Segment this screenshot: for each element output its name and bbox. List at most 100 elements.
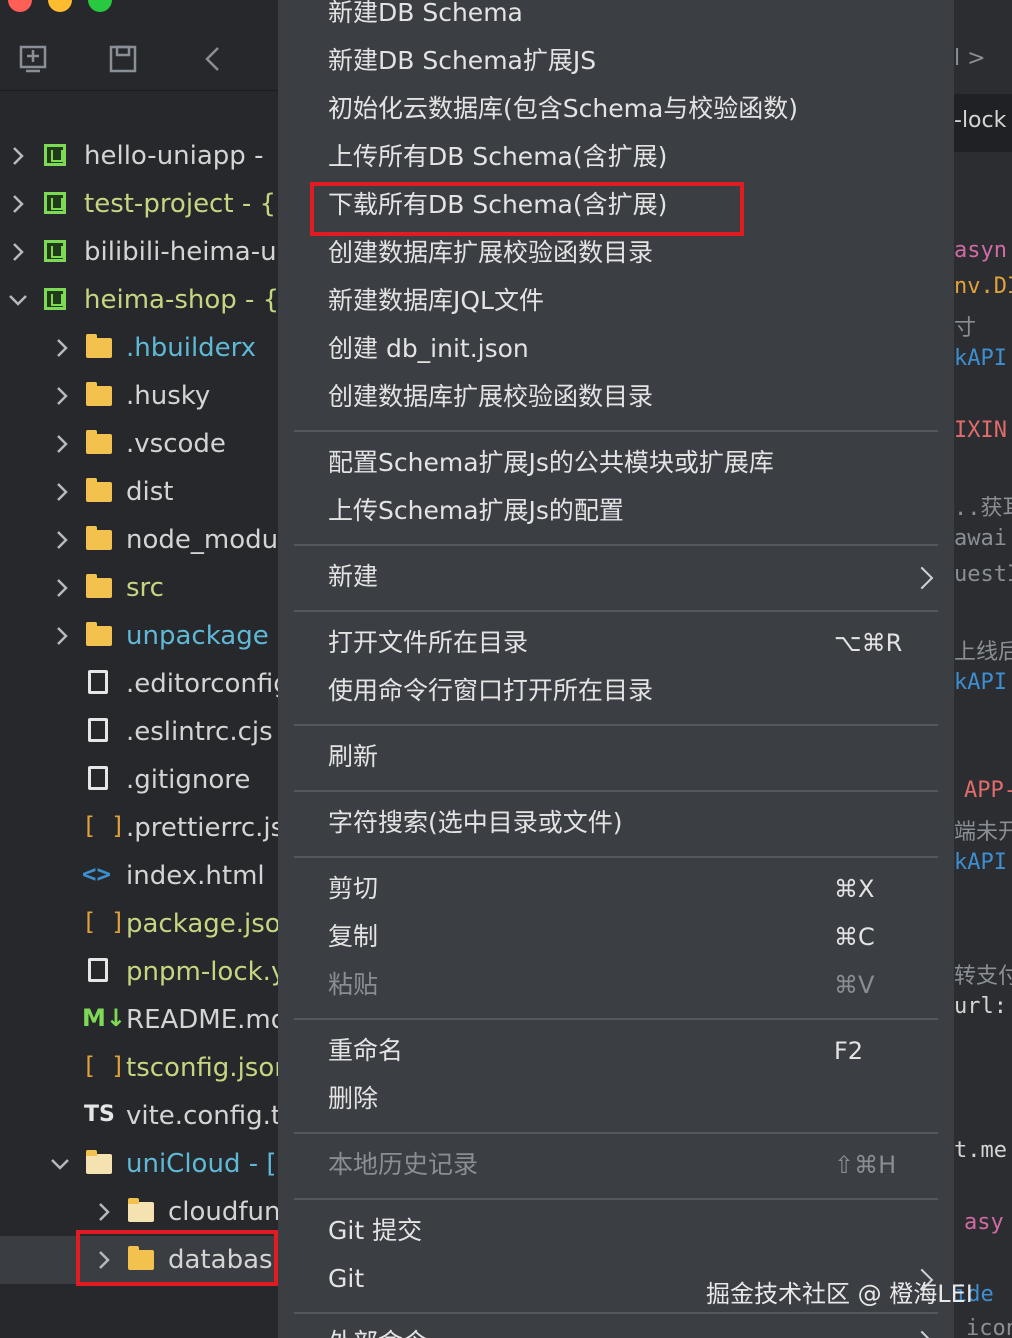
uniapp-project-icon: [44, 240, 66, 262]
tree-item-label: .vscode: [126, 429, 226, 459]
menu-separator: [294, 1198, 938, 1200]
tree-item-test-project[interactable]: test-project - {: [0, 180, 278, 228]
code-line: APP-: [964, 778, 1012, 803]
code-line: asy: [964, 1210, 1004, 1235]
tree-item-dist[interactable]: dist: [0, 468, 278, 516]
tree-item-pnpm-lock[interactable]: pnpm-lock.y: [0, 948, 278, 996]
tree-item-gitignore[interactable]: .gitignore: [0, 756, 278, 804]
chevron-right-icon[interactable]: [10, 240, 26, 264]
tree-item-bilibili-heima[interactable]: bilibili-heima-u: [0, 228, 278, 276]
tree-item-unicloud[interactable]: uniCloud - [: [0, 1140, 278, 1188]
editor-tab[interactable]: -lock: [952, 94, 1012, 152]
tree-item-readme[interactable]: M↓ README.md: [0, 996, 278, 1044]
menu-item-upload-schema-ext-config[interactable]: 上传Schema扩展Js的配置: [328, 494, 624, 528]
project-tree: hello-uniapp - test-project - { bilibili…: [0, 132, 278, 1284]
menu-item-new[interactable]: 新建: [328, 560, 378, 594]
highlight-box-database: [76, 1230, 278, 1286]
json-file-icon: [ ]: [82, 812, 126, 840]
code-line: url:: [954, 994, 1007, 1019]
tree-item-label: vite.config.t: [126, 1101, 278, 1131]
tree-item-label: heima-shop - {: [84, 285, 278, 315]
chevron-right-icon[interactable]: [54, 528, 70, 552]
markdown-file-icon: M↓: [82, 1004, 126, 1032]
menu-item-new-jql-file[interactable]: 新建数据库JQL文件: [328, 284, 544, 318]
menu-item-create-db-init[interactable]: 创建 db_init.json: [328, 332, 529, 366]
save-icon[interactable]: [108, 44, 138, 74]
menu-item-copy[interactable]: 复制: [328, 920, 378, 954]
uniapp-project-icon: [44, 192, 66, 214]
menu-item-config-schema-ext[interactable]: 配置Schema扩展Js的公共模块或扩展库: [328, 446, 774, 480]
code-line: icon: [966, 1316, 1012, 1338]
chevron-down-icon[interactable]: [8, 288, 27, 312]
code-line: 端未开: [954, 820, 1012, 845]
menu-item-open-in-terminal[interactable]: 使用命令行窗口打开所在目录: [328, 674, 653, 708]
tree-item-unpackage[interactable]: unpackage: [0, 612, 278, 660]
shortcut-local-history: ⇧⌘H: [834, 1151, 897, 1179]
tree-item-hello-uniapp[interactable]: hello-uniapp -: [0, 132, 278, 180]
tree-item-src[interactable]: src: [0, 564, 278, 612]
chevron-right-icon[interactable]: [54, 336, 70, 360]
tree-item-index-html[interactable]: <> index.html: [0, 852, 278, 900]
code-line: IXIN: [954, 418, 1007, 443]
tree-item-prettierrc[interactable]: [ ] .prettierrc.js: [0, 804, 278, 852]
code-line: uestI: [954, 562, 1012, 587]
menu-item-new-db-schema[interactable]: 新建DB Schema: [328, 0, 523, 30]
menu-item-upload-all-schema[interactable]: 上传所有DB Schema(含扩展): [328, 140, 667, 174]
tree-item-heima-shop[interactable]: heima-shop - {: [0, 276, 278, 324]
zoom-window-button[interactable]: [88, 0, 112, 12]
tree-item-label: .husky: [126, 381, 211, 411]
chevron-down-icon[interactable]: [50, 1152, 69, 1176]
menu-item-new-db-schema-ext-js[interactable]: 新建DB Schema扩展JS: [328, 44, 596, 78]
tree-item-label: node_modul: [126, 525, 278, 555]
tree-item-eslintrc[interactable]: .eslintrc.cjs: [0, 708, 278, 756]
file-icon: [88, 670, 108, 694]
tree-item-package-json[interactable]: [ ] package.jso: [0, 900, 278, 948]
menu-item-init-cloud-db[interactable]: 初始化云数据库(包含Schema与校验函数): [328, 92, 798, 126]
chevron-right-icon[interactable]: [10, 144, 26, 168]
chevron-right-icon[interactable]: [96, 1200, 112, 1224]
menu-separator: [294, 1018, 938, 1020]
menu-separator: [294, 1132, 938, 1134]
chevron-right-icon[interactable]: [54, 384, 70, 408]
menu-item-external-commands[interactable]: 外部命令: [328, 1326, 428, 1338]
project-explorer-sidebar: hello-uniapp - test-project - { bilibili…: [0, 0, 278, 1338]
tree-item-label: test-project - {: [84, 189, 277, 219]
tree-item-label: cloudfun: [168, 1197, 278, 1227]
menu-item-open-containing-folder[interactable]: 打开文件所在目录: [328, 626, 528, 660]
menu-item-git-commit[interactable]: Git 提交: [328, 1214, 422, 1248]
menu-item-text-search[interactable]: 字符搜索(选中目录或文件): [328, 806, 623, 840]
menu-item-create-validate-dir[interactable]: 创建数据库扩展校验函数目录: [328, 236, 653, 270]
code-line: t.me: [954, 1138, 1007, 1163]
chevron-right-icon[interactable]: [54, 576, 70, 600]
menu-item-create-validate-dir-2[interactable]: 创建数据库扩展校验函数目录: [328, 380, 653, 414]
code-line: 上线后: [954, 640, 1012, 665]
menu-item-delete[interactable]: 删除: [328, 1082, 378, 1116]
breadcrumb[interactable]: l >: [954, 46, 986, 71]
chevron-right-icon[interactable]: [10, 192, 26, 216]
menu-item-git[interactable]: Git: [328, 1262, 364, 1296]
menu-item-cut[interactable]: 剪切: [328, 872, 378, 906]
tree-item-cloudfunctions[interactable]: cloudfun: [0, 1188, 278, 1236]
tree-item-hbuilderx[interactable]: .hbuilderx: [0, 324, 278, 372]
minimize-window-button[interactable]: [48, 0, 72, 12]
tree-item-label: .eslintrc.cjs: [126, 717, 273, 747]
tree-item-vscode[interactable]: .vscode: [0, 420, 278, 468]
menu-item-refresh[interactable]: 刷新: [328, 740, 378, 774]
tree-item-editorconfig[interactable]: .editorconfig: [0, 660, 278, 708]
menu-separator: [294, 856, 938, 858]
new-project-icon[interactable]: [18, 44, 48, 74]
tree-item-node-modules[interactable]: node_modul: [0, 516, 278, 564]
chevron-right-icon[interactable]: [54, 624, 70, 648]
folder-icon: [86, 574, 112, 598]
cloud-folder-icon: [128, 1198, 154, 1222]
tree-item-vite-config[interactable]: TS vite.config.t: [0, 1092, 278, 1140]
tree-item-husky[interactable]: .husky: [0, 372, 278, 420]
tree-item-tsconfig[interactable]: [ ] tsconfig.json: [0, 1044, 278, 1092]
menu-item-rename[interactable]: 重命名: [328, 1034, 403, 1068]
folder-icon: [86, 334, 112, 358]
chevron-right-icon[interactable]: [54, 432, 70, 456]
back-icon[interactable]: [198, 44, 228, 74]
close-window-button[interactable]: [8, 0, 32, 12]
code-editor-peek: l > -lock asyn nv.DI 寸 kAPI IXIN ..获耳 aw…: [952, 0, 1012, 1338]
chevron-right-icon[interactable]: [54, 480, 70, 504]
